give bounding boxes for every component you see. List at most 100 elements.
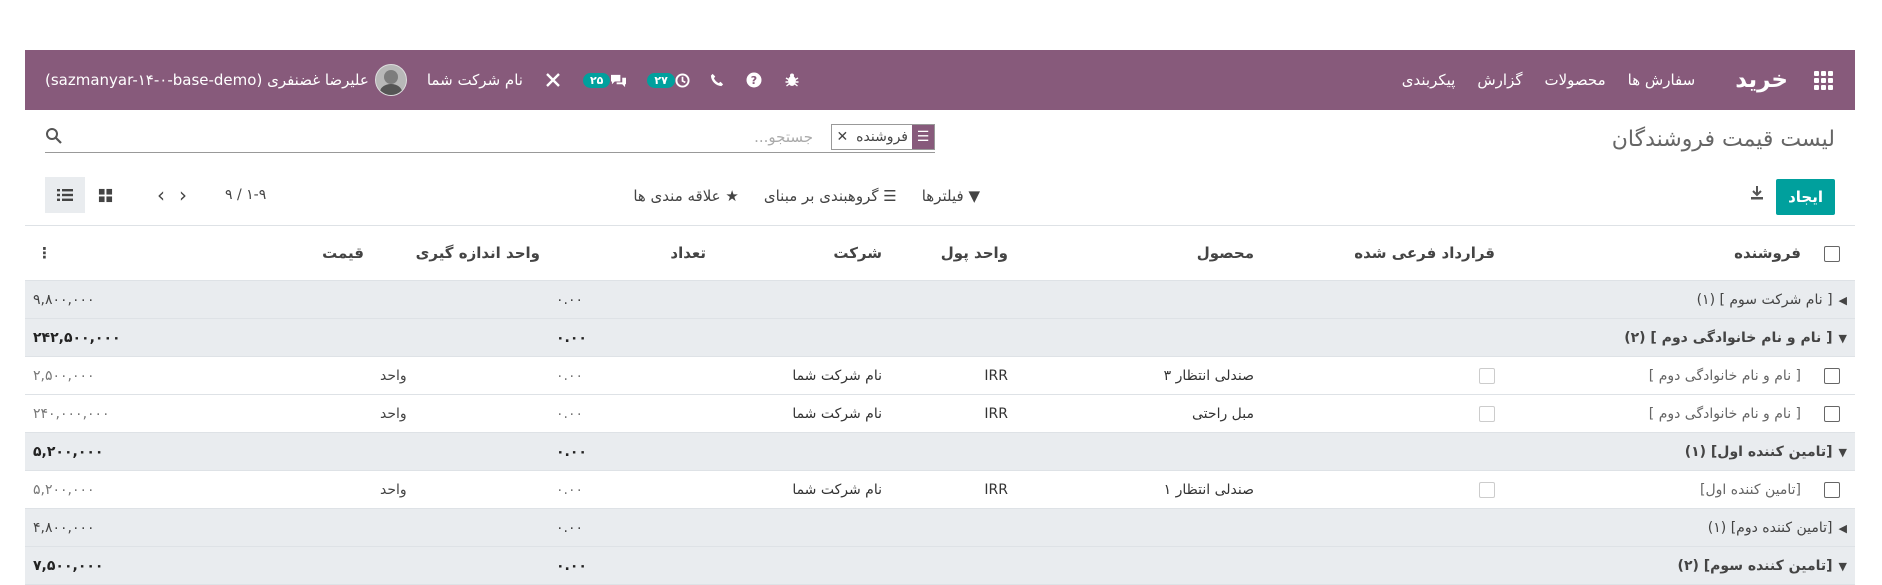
avatar xyxy=(374,64,407,96)
group-row[interactable]: ▼ [تامین کننده اول] (۱) ۰.۰۰ ۵,۲۰۰,۰۰۰ xyxy=(25,432,1855,471)
chat-icon xyxy=(611,74,627,87)
svg-text:?: ? xyxy=(751,74,757,87)
pager-next-icon[interactable]: › xyxy=(157,183,165,207)
group-label: [تامین کننده دوم] (۱) xyxy=(1707,519,1833,536)
favorites-label: علاقه مندی ها xyxy=(633,187,721,205)
row-checkbox[interactable] xyxy=(1824,481,1840,498)
col-price[interactable]: ⋮ قیمت xyxy=(25,226,372,281)
navbar-systray: ? ۲۷ ۲۵ نام شرکت شما علیرضا غضنفری (sazm… xyxy=(45,64,822,96)
cell-vendor: [ نام و نام خانوادگی دوم ] xyxy=(1503,356,1809,395)
pager-previous-icon[interactable]: ‹ xyxy=(179,183,187,207)
caret-down-icon: ▼ xyxy=(1838,445,1847,459)
user-name: علیرضا غضنفری (sazmanyar-۱۴-۰-base-demo) xyxy=(45,71,369,89)
caret-left-icon: ◀ xyxy=(1838,293,1847,307)
cell-product: صندلی انتظار ۳ xyxy=(1016,356,1262,395)
col-quantity[interactable]: تعداد xyxy=(548,226,714,281)
col-currency[interactable]: واحد پول xyxy=(890,226,1016,281)
help-icon[interactable]: ? xyxy=(746,72,762,88)
col-company[interactable]: شرکت xyxy=(714,226,890,281)
group-qty: ۰.۰۰ xyxy=(548,280,714,319)
cell-uom: واحد xyxy=(372,394,548,433)
create-button[interactable]: ایجاد xyxy=(1776,179,1835,215)
cell-price: ۵,۲۰۰,۰۰۰ xyxy=(25,470,372,509)
pager-value[interactable]: ۱-۹ / ۹ xyxy=(225,187,266,203)
table-header: فروشنده قرارداد فرعی شده محصول واحد پول … xyxy=(25,226,1855,281)
company-switcher[interactable]: نام شرکت شما xyxy=(427,71,523,89)
col-uom[interactable]: واحد اندازه گیری xyxy=(372,226,548,281)
cell-vendor: [تامین کننده اول] xyxy=(1503,470,1809,509)
facet-remove-icon[interactable]: ✕ xyxy=(832,129,852,145)
search-bar: ☰ فروشنده ✕ xyxy=(45,122,935,153)
groupby-dropdown[interactable]: ☰ گروهبندی بر مبنای xyxy=(764,187,897,205)
debug-bug-icon[interactable] xyxy=(784,72,800,88)
apps-menu-icon[interactable] xyxy=(1814,70,1833,90)
cell-subcontract xyxy=(1262,394,1503,433)
group-price: ۵,۲۰۰,۰۰۰ xyxy=(25,432,372,471)
navbar-main: خرید سفارش ها محصولات گزارش پیکربندی xyxy=(1380,67,1833,93)
tools-icon[interactable] xyxy=(545,72,561,88)
group-row[interactable]: ▼ [ نام و نام خانوادگی دوم ] (۲) ۰.۰۰ ۲۴۲… xyxy=(25,318,1855,357)
group-qty: ۰.۰۰ xyxy=(548,432,714,471)
cell-currency: IRR xyxy=(890,356,1016,395)
kanban-view-icon[interactable] xyxy=(85,177,125,213)
filters-dropdown[interactable]: ▼ فیلترها xyxy=(922,187,980,205)
search-panel-tools: ▼ فیلترها ☰ گروهبندی بر مبنای ★ علاقه من… xyxy=(608,187,980,205)
group-price: ۲۴۲,۵۰۰,۰۰۰ xyxy=(25,318,372,357)
group-empty xyxy=(372,318,548,357)
page-title: لیست قیمت فروشندگان xyxy=(1611,127,1835,152)
pager-nav: ‹ › xyxy=(157,183,187,207)
group-qty: ۰.۰۰ xyxy=(548,318,714,357)
cell-quantity: ۰.۰۰ xyxy=(548,356,714,395)
table-row[interactable]: [تامین کننده اول] صندلی انتظار ۱ IRR نام… xyxy=(25,470,1855,509)
user-menu[interactable]: علیرضا غضنفری (sazmanyar-۱۴-۰-base-demo) xyxy=(45,64,407,96)
col-vendor[interactable]: فروشنده xyxy=(1503,226,1809,281)
caret-down-icon: ▼ xyxy=(1838,331,1847,345)
search-icon[interactable] xyxy=(45,127,63,145)
download-icon[interactable] xyxy=(1749,185,1765,205)
cell-subcontract xyxy=(1262,470,1503,509)
group-row[interactable]: ◀ [تامین کننده دوم] (۱) ۰.۰۰ ۴,۸۰۰,۰۰۰ xyxy=(25,508,1855,547)
optional-columns-icon[interactable]: ⋮ xyxy=(37,244,52,262)
cell-price: ۲,۵۰۰,۰۰۰ xyxy=(25,356,372,395)
filter-icon: ▼ xyxy=(968,187,980,205)
row-checkbox[interactable] xyxy=(1824,405,1840,422)
phone-icon[interactable] xyxy=(710,73,724,87)
group-price: ۷,۵۰۰,۰۰۰ xyxy=(25,546,372,585)
col-subcontract[interactable]: قرارداد فرعی شده xyxy=(1262,226,1503,281)
row-select-cell xyxy=(1809,394,1855,433)
activity-menu[interactable]: ۲۷ xyxy=(647,72,690,88)
menu-reporting[interactable]: گزارش xyxy=(1477,71,1522,89)
cell-company: نام شرکت شما xyxy=(714,394,890,433)
select-all-checkbox[interactable] xyxy=(1824,245,1840,262)
caret-down-icon: ▼ xyxy=(1838,559,1847,573)
table-row[interactable]: [ نام و نام خانوادگی دوم ] صندلی انتظار … xyxy=(25,356,1855,395)
table-row[interactable]: [ نام و نام خانوادگی دوم ] مبل راحتی IRR… xyxy=(25,394,1855,433)
group-row[interactable]: ◀ [ نام شرکت سوم ] (۱) ۰.۰۰ ۹,۸۰۰,۰۰۰ xyxy=(25,280,1855,319)
col-product[interactable]: محصول xyxy=(1016,226,1262,281)
select-all-cell xyxy=(1809,226,1855,281)
menu-products[interactable]: محصولات xyxy=(1545,71,1606,89)
cell-subcontract xyxy=(1262,356,1503,395)
top-navbar: خرید سفارش ها محصولات گزارش پیکربندی ? ۲… xyxy=(25,50,1855,110)
favorites-dropdown[interactable]: ★ علاقه مندی ها xyxy=(633,187,739,205)
row-checkbox[interactable] xyxy=(1824,367,1840,384)
list-view-icon[interactable] xyxy=(45,177,85,213)
group-qty: ۰.۰۰ xyxy=(548,546,714,585)
menu-orders[interactable]: سفارش ها xyxy=(1628,71,1696,89)
menu-configuration[interactable]: پیکربندی xyxy=(1402,71,1456,89)
group-price: ۴,۸۰۰,۰۰۰ xyxy=(25,508,372,547)
control-panel-bottom: ایجاد ▼ فیلترها ☰ گروهبندی بر مبنای ★ عل… xyxy=(25,165,1855,226)
group-label-cell: ▼ [تامین کننده سوم] (۲) xyxy=(714,546,1855,585)
group-row[interactable]: ▼ [تامین کننده سوم] (۲) ۰.۰۰ ۷,۵۰۰,۰۰۰ xyxy=(25,546,1855,585)
groupby-facet-icon: ☰ xyxy=(912,125,934,149)
app-brand[interactable]: خرید xyxy=(1735,67,1788,93)
group-label: [ نام و نام خانوادگی دوم ] (۲) xyxy=(1624,329,1833,346)
group-empty xyxy=(372,508,548,547)
messaging-menu[interactable]: ۲۵ xyxy=(582,72,627,88)
activity-badge: ۲۷ xyxy=(647,72,675,88)
subcontract-checkbox xyxy=(1479,405,1495,422)
search-input[interactable] xyxy=(211,124,815,150)
group-label: [ نام شرکت سوم ] (۱) xyxy=(1696,291,1833,308)
subcontract-checkbox xyxy=(1479,481,1495,498)
facet-label: فروشنده xyxy=(856,129,908,145)
